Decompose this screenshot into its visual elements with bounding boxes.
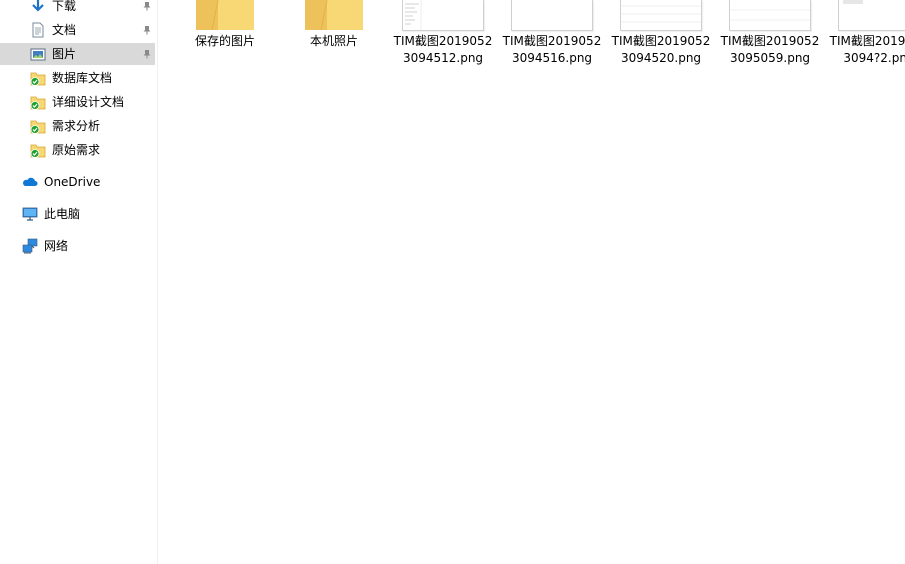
file-name: TIM截图20190523094520.png (611, 34, 711, 65)
nav-item-label: 原始需求 (52, 143, 101, 157)
image-thumbnail (620, 0, 702, 31)
nav-item-database-docs[interactable]: 数据库文档 (0, 67, 155, 89)
pictures-icon (30, 46, 46, 62)
nav-item-documents[interactable]: 文档 (0, 19, 155, 41)
file-name: TIM截图20190523094512.png (393, 34, 493, 65)
image-thumbnail (402, 0, 484, 31)
image-thumbnail (511, 0, 593, 31)
pin-icon[interactable] (140, 0, 154, 14)
nav-item-label: 需求分析 (52, 119, 101, 133)
folder-icon (196, 0, 254, 31)
folder-item[interactable]: 保存的图片 (172, 0, 278, 100)
navigation-pane: 下载 文档 图片 数据库文档 详细设计文档 需求分析 原始需求 OneDrive… (0, 0, 158, 564)
download-icon (30, 0, 46, 14)
file-list-pane: 保存的图片 本机照片 TIM截图20190523094512.png TIM截图… (158, 0, 905, 564)
image-thumbnail (838, 0, 905, 31)
nav-item-label: 详细设计文档 (52, 95, 125, 109)
nav-item-label: 文档 (52, 23, 77, 37)
nav-item-this-pc[interactable]: 此电脑 (0, 203, 155, 225)
nav-item-original-requirements[interactable]: 原始需求 (0, 139, 155, 161)
image-file-item[interactable]: TIM截图20190523094516.png (499, 0, 605, 100)
folder-icon (305, 0, 363, 31)
pin-icon[interactable] (140, 22, 154, 38)
file-name: TIM截图20190523095059.png (720, 34, 820, 65)
nav-item-label: OneDrive (44, 175, 101, 189)
image-thumbnail (729, 0, 811, 31)
nav-item-detailed-design-docs[interactable]: 详细设计文档 (0, 91, 155, 113)
nav-item-label: 此电脑 (44, 207, 81, 221)
file-name: TIM截图20190523094516.png (502, 34, 602, 65)
nav-item-onedrive[interactable]: OneDrive (0, 171, 155, 193)
nav-item-label: 下载 (52, 0, 77, 13)
nav-item-downloads[interactable]: 下载 (0, 0, 155, 17)
nav-item-pictures[interactable]: 图片 (0, 43, 155, 65)
nav-item-label: 图片 (52, 47, 77, 61)
nav-item-requirements-analysis[interactable]: 需求分析 (0, 115, 155, 137)
folder-item[interactable]: 本机照片 (281, 0, 387, 100)
file-name: TIM截图20190523094?2.png (829, 34, 905, 65)
document-icon (30, 22, 46, 38)
synced-folder-icon (30, 94, 46, 110)
pin-icon[interactable] (140, 46, 154, 62)
image-file-item[interactable]: TIM截图20190523094?2.png (826, 0, 905, 100)
synced-folder-icon (30, 142, 46, 158)
nav-item-label: 网络 (44, 239, 69, 253)
nav-item-network[interactable]: 网络 (0, 235, 155, 257)
synced-folder-icon (30, 118, 46, 134)
file-name: 本机照片 (309, 34, 358, 48)
image-file-item[interactable]: TIM截图20190523094512.png (390, 0, 496, 100)
this-pc-icon (22, 206, 38, 222)
image-file-item[interactable]: TIM截图20190523095059.png (717, 0, 823, 100)
file-name: 保存的图片 (194, 34, 255, 48)
onedrive-cloud-icon (22, 174, 38, 190)
nav-item-label: 数据库文档 (52, 71, 113, 85)
synced-folder-icon (30, 70, 46, 86)
network-icon (22, 238, 38, 254)
image-file-item[interactable]: TIM截图20190523094520.png (608, 0, 714, 100)
